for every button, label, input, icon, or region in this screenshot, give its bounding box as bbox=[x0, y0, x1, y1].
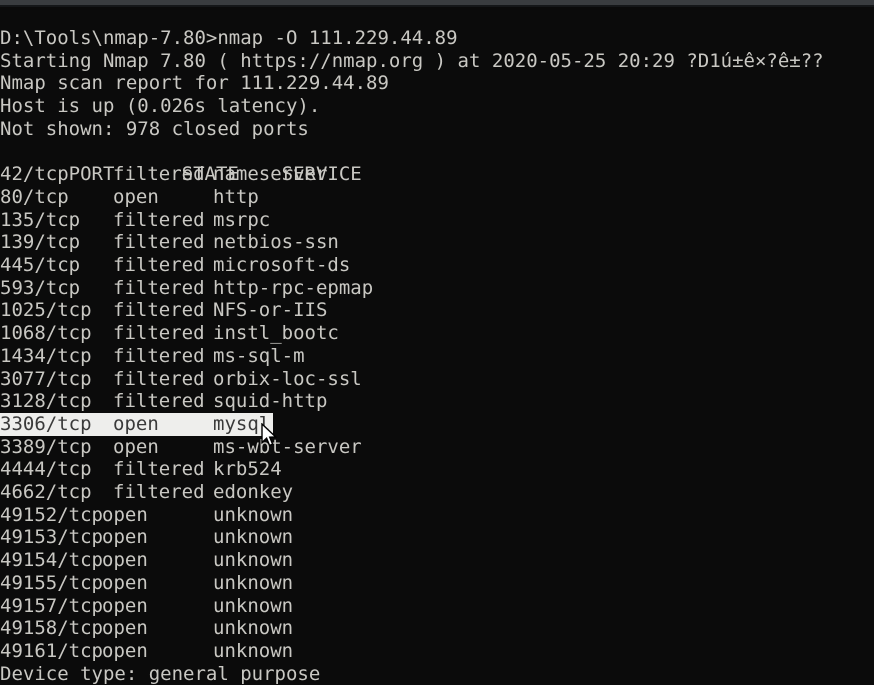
port-table-row[interactable]: 135/tcp filtered msrpc bbox=[0, 209, 270, 232]
port-table-row[interactable]: 1068/tcp filtered instl_bootc bbox=[0, 322, 339, 345]
cell-service: krb524 bbox=[213, 458, 282, 481]
cell-port: 1025/tcp bbox=[0, 299, 92, 322]
cell-service: mysql bbox=[213, 412, 271, 435]
cell-port: 593/tcp bbox=[0, 276, 81, 299]
cell-state: filtered bbox=[113, 322, 205, 345]
cell-state: open bbox=[102, 617, 148, 640]
cell-state: filtered bbox=[113, 231, 205, 254]
cell-state: filtered bbox=[113, 276, 205, 299]
cell-service: ms-sql-m bbox=[213, 344, 305, 367]
port-table-header: PORT STATE SERVICE bbox=[0, 141, 362, 185]
scan-report-line: Nmap scan report for 111.229.44.89 bbox=[0, 72, 389, 95]
cell-port: 3077/tcp bbox=[0, 367, 92, 390]
cell-service: unknown bbox=[213, 639, 294, 662]
cell-state: open bbox=[102, 549, 148, 572]
cell-port: 3306/tcp bbox=[0, 412, 92, 435]
port-table-row[interactable]: 49157/tcpopen unknown bbox=[0, 595, 293, 618]
cell-port: 49161/tcp bbox=[0, 639, 103, 662]
cell-service: microsoft-ds bbox=[213, 254, 351, 276]
port-table-row[interactable]: 139/tcp filtered netbios-ssn bbox=[0, 231, 339, 254]
cell-service: ms-wbt-server bbox=[213, 435, 362, 458]
cell-port: 135/tcp bbox=[0, 208, 81, 231]
cell-service: orbix-loc-ssl bbox=[213, 367, 362, 390]
cell-port: 139/tcp bbox=[0, 231, 81, 254]
port-table-row[interactable]: 593/tcp filtered http-rpc-epmap bbox=[0, 277, 373, 300]
cell-state: open bbox=[102, 639, 148, 662]
cell-state: open bbox=[113, 435, 159, 458]
port-table-row[interactable]: 42/tcp filtered nameserver bbox=[0, 163, 327, 186]
command-prompt-line: D:\Tools\nmap-7.80>nmap -O 111.229.44.89 bbox=[0, 27, 458, 49]
console-output-area[interactable]: D:\Tools\nmap-7.80>nmap -O 111.229.44.89… bbox=[0, 7, 874, 685]
port-table-row[interactable]: 1434/tcp filtered ms-sql-m bbox=[0, 345, 305, 368]
port-table-row[interactable]: 4662/tcp filtered edonkey bbox=[0, 481, 293, 504]
cell-service: http-rpc-epmap bbox=[213, 276, 374, 299]
cell-state: open bbox=[102, 526, 148, 549]
cell-state: filtered bbox=[113, 299, 205, 322]
port-table-row[interactable]: 3077/tcp filtered orbix-loc-ssl bbox=[0, 368, 362, 391]
port-table-row[interactable]: 80/tcp open http bbox=[0, 186, 259, 209]
cell-service: http bbox=[213, 185, 259, 208]
cell-port: 80/tcp bbox=[0, 185, 69, 208]
cell-port: 4662/tcp bbox=[0, 481, 92, 503]
cell-service: netbios-ssn bbox=[213, 231, 339, 254]
cell-service: edonkey bbox=[213, 481, 294, 503]
cell-state: open bbox=[113, 412, 159, 435]
cell-state: open bbox=[102, 594, 148, 617]
port-table-row[interactable]: 3128/tcp filtered squid-http bbox=[0, 390, 327, 413]
cell-state: filtered bbox=[113, 208, 205, 231]
cell-port: 3128/tcp bbox=[0, 390, 92, 413]
cell-port: 49157/tcp bbox=[0, 594, 103, 617]
cell-state: open bbox=[113, 185, 159, 208]
cell-state: filtered bbox=[113, 390, 205, 413]
port-table-row[interactable]: 3306/tcp open mysql bbox=[0, 413, 270, 436]
cell-port: 49155/tcp bbox=[0, 571, 103, 594]
cell-service: unknown bbox=[213, 594, 294, 617]
terminal-window[interactable]: D:\Tools\nmap-7.80>nmap -O 111.229.44.89… bbox=[0, 0, 874, 685]
cell-state: open bbox=[102, 571, 148, 594]
nmap-startup-line: Starting Nmap 7.80 ( https://nmap.org ) … bbox=[0, 49, 824, 72]
port-table-row[interactable]: 49155/tcpopen unknown bbox=[0, 572, 293, 595]
cell-state: filtered bbox=[113, 254, 205, 276]
cell-port: 445/tcp bbox=[0, 254, 81, 276]
port-table-row[interactable]: 49153/tcpopen unknown bbox=[0, 526, 293, 549]
port-table-row[interactable]: 445/tcp filtered microsoft-ds bbox=[0, 254, 350, 277]
port-table-row[interactable]: 1025/tcp filtered NFS-or-IIS bbox=[0, 299, 327, 322]
cell-port: 49154/tcp bbox=[0, 549, 103, 572]
port-table-row[interactable]: 49161/tcpopen unknown bbox=[0, 640, 293, 663]
cell-port: 49152/tcp bbox=[0, 503, 103, 526]
cell-service: msrpc bbox=[213, 208, 271, 231]
cell-service: NFS-or-IIS bbox=[213, 299, 328, 322]
cell-service: nameserver bbox=[213, 163, 328, 186]
cell-state: filtered bbox=[113, 163, 205, 186]
cell-state: open bbox=[102, 503, 148, 526]
cell-service: instl_bootc bbox=[213, 322, 339, 345]
not-shown-line: Not shown: 978 closed ports bbox=[0, 117, 309, 140]
cell-port: 49158/tcp bbox=[0, 617, 103, 640]
host-status-line: Host is up (0.026s latency). bbox=[0, 95, 321, 118]
cell-service: unknown bbox=[213, 617, 294, 640]
cell-service: unknown bbox=[213, 571, 294, 594]
port-table-row[interactable]: 4444/tcp filtered krb524 bbox=[0, 458, 282, 481]
port-table-row[interactable]: 49152/tcpopen unknown bbox=[0, 504, 293, 527]
cell-port: 49153/tcp bbox=[0, 526, 103, 549]
cell-port: 42/tcp bbox=[0, 163, 69, 186]
cell-service: unknown bbox=[213, 503, 294, 526]
port-table-row[interactable]: 3389/tcp open ms-wbt-server bbox=[0, 436, 362, 459]
cell-state: filtered bbox=[113, 481, 205, 503]
port-table-row[interactable]: 49158/tcpopen unknown bbox=[0, 617, 293, 640]
cell-service: squid-http bbox=[213, 390, 328, 413]
device-type-line: Device type: general purpose bbox=[0, 663, 321, 685]
cell-port: 1434/tcp bbox=[0, 344, 92, 367]
port-table-row[interactable]: 49154/tcpopen unknown bbox=[0, 549, 293, 572]
cell-service: unknown bbox=[213, 526, 294, 549]
cell-port: 3389/tcp bbox=[0, 435, 92, 458]
cell-port: 4444/tcp bbox=[0, 458, 92, 481]
cell-state: filtered bbox=[113, 458, 205, 481]
cell-state: filtered bbox=[113, 344, 205, 367]
cell-service: unknown bbox=[213, 549, 294, 572]
cell-port: 1068/tcp bbox=[0, 322, 92, 345]
cell-state: filtered bbox=[113, 367, 205, 390]
